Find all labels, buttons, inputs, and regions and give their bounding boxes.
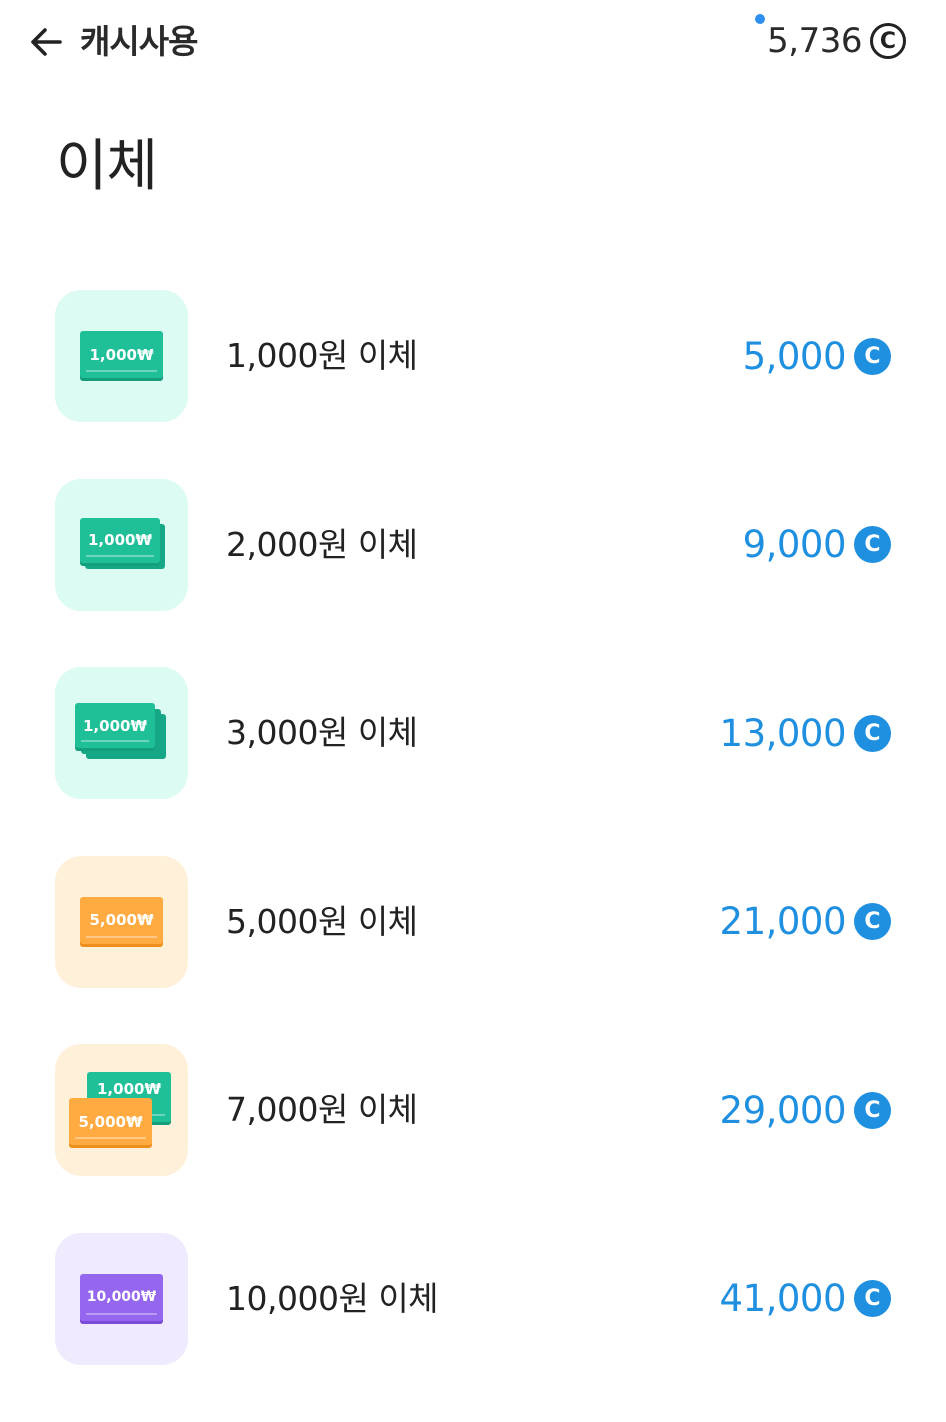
list-item-transfer-1000[interactable]: 1,000₩ 1,000원 이체 5,000 C — [0, 290, 946, 479]
item-label: 3,000원 이체 — [226, 713, 418, 753]
price-value: 29,000 — [719, 1088, 847, 1132]
coin-c-icon: C — [854, 714, 891, 752]
transfer-option-list: 1,000₩ 1,000원 이체 5,000 C 1,000₩ 2,000원 이… — [0, 290, 946, 1422]
item-label: 7,000원 이체 — [226, 1090, 418, 1130]
banknote-icon: 10,000₩ — [55, 1232, 188, 1365]
bill-10000: 10,000₩ — [80, 1273, 163, 1321]
banknotes-icon: 1,000₩ — [55, 478, 188, 611]
item-label: 2,000원 이체 — [226, 524, 418, 564]
banknote-icon: 5,000₩ — [55, 855, 188, 988]
price-value: 5,000 — [742, 334, 847, 378]
price-value: 13,000 — [719, 711, 847, 755]
top-bar: 캐시사용 5,736 C — [0, 0, 946, 86]
coin-c-icon: C — [854, 1091, 891, 1129]
bill-5000: 5,000₩ — [69, 1098, 152, 1146]
item-label: 1,000원 이체 — [226, 336, 418, 375]
price-value: 9,000 — [742, 523, 847, 567]
back-button[interactable] — [22, 18, 70, 66]
price-value: 21,000 — [719, 900, 847, 944]
balance-value: 5,736 — [767, 21, 862, 61]
list-item-transfer-5000[interactable]: 5,000₩ 5,000원 이체 21,000 C — [0, 855, 946, 1045]
coin-c-icon: C — [854, 1280, 891, 1318]
item-price: 29,000 C — [720, 1086, 891, 1134]
banknotes-icon: 1,000₩ — [55, 667, 188, 800]
header-title: 캐시사용 — [80, 22, 198, 61]
bill-1000: 1,000₩ — [75, 703, 155, 749]
banknotes-icon: 1,000₩ 5,000₩ — [55, 1044, 188, 1177]
item-price: 5,000 C — [743, 332, 891, 380]
item-label: 5,000원 이체 — [226, 901, 418, 941]
bill-5000: 5,000₩ — [80, 896, 163, 944]
coin-c-icon: C — [854, 903, 891, 941]
notification-dot — [755, 14, 766, 24]
item-price: 13,000 C — [720, 709, 891, 757]
banknote-icon: 1,000₩ — [55, 290, 188, 422]
item-label: 10,000원 이체 — [226, 1278, 439, 1318]
cash-balance: 5,736 C — [755, 14, 906, 64]
list-item-transfer-2000[interactable]: 1,000₩ 2,000원 이체 9,000 C — [0, 478, 946, 668]
page-title: 이체 — [56, 134, 158, 199]
list-item-transfer-7000[interactable]: 1,000₩ 5,000₩ 7,000원 이체 29,000 C — [0, 1044, 946, 1233]
bill-1000: 1,000₩ — [80, 331, 163, 378]
item-price: 9,000 C — [743, 521, 891, 569]
item-price: 41,000 C — [720, 1275, 891, 1323]
bill-1000: 1,000₩ — [80, 517, 160, 563]
price-value: 41,000 — [719, 1277, 847, 1321]
coin-c-icon: C — [854, 526, 891, 564]
list-item-transfer-10000[interactable]: 10,000₩ 10,000원 이체 41,000 C — [0, 1232, 946, 1422]
item-price: 21,000 C — [720, 898, 891, 946]
coin-c-icon: C — [870, 23, 906, 59]
arrow-left-icon — [31, 28, 62, 56]
list-item-transfer-3000[interactable]: 1,000₩ 3,000원 이체 13,000 C — [0, 667, 946, 856]
coin-c-icon: C — [854, 337, 891, 375]
